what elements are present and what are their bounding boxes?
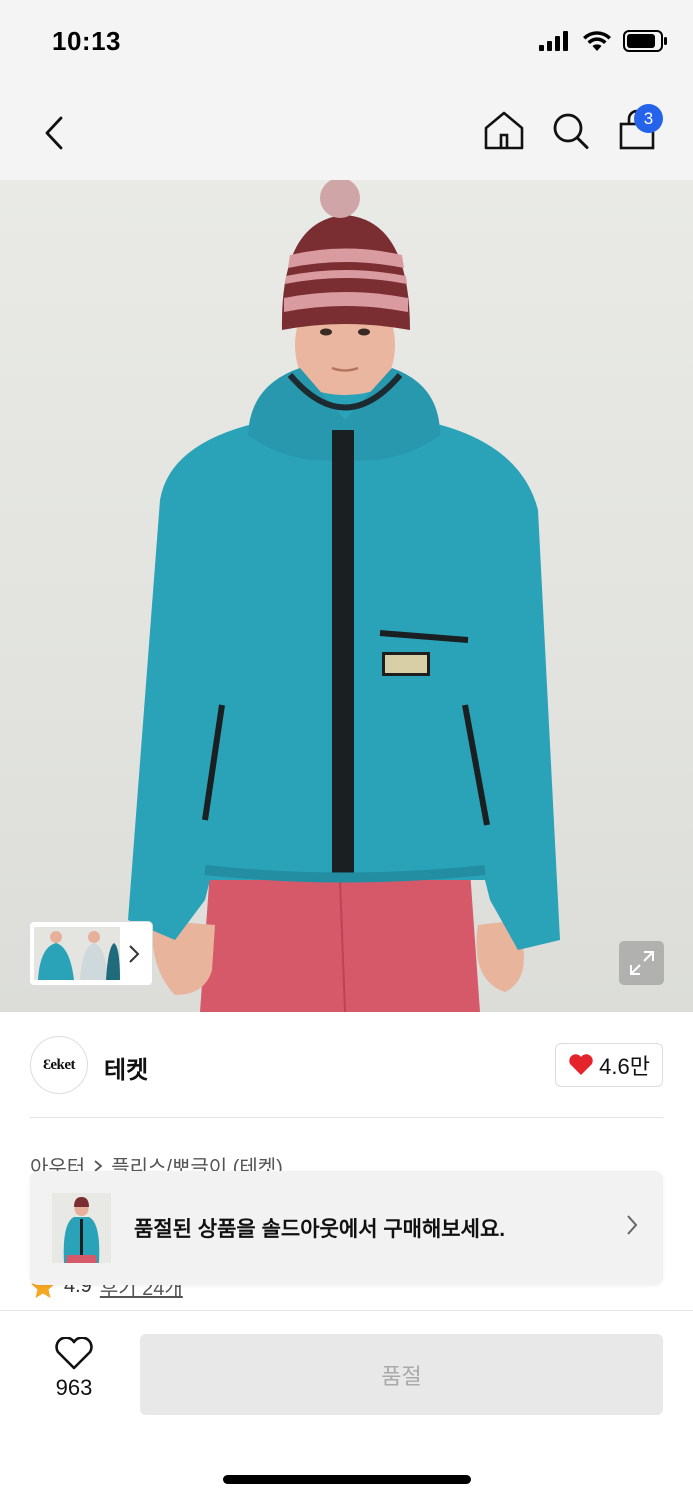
status-bar: 10:13	[0, 0, 693, 86]
wishlist-count: 963	[55, 1375, 93, 1400]
home-indicator	[223, 1475, 471, 1484]
heart-outline-icon	[55, 1337, 93, 1370]
cellular-signal-icon	[539, 31, 568, 51]
brand-like-button[interactable]: 4.6만	[555, 1043, 663, 1087]
brand-logo[interactable]: Ɛeket	[30, 1036, 88, 1094]
search-button[interactable]	[549, 108, 593, 154]
home-button[interactable]	[482, 108, 526, 154]
status-icons	[539, 30, 667, 52]
search-icon	[553, 113, 589, 149]
toast-message: 품절된 상품을 솔드아웃에서 구매해보세요.	[134, 1218, 506, 1241]
product-photo	[128, 180, 560, 1012]
bottom-action-bar: 963 품절	[0, 1311, 693, 1500]
heart-filled-icon	[569, 1054, 593, 1075]
status-time: 10:13	[52, 26, 121, 56]
chevron-left-icon	[45, 116, 63, 150]
wifi-icon	[583, 30, 611, 51]
brand-like-count: 4.6만	[599, 1054, 650, 1079]
brand-logo-text: Ɛeket	[42, 1056, 76, 1073]
chevron-right-icon	[625, 1213, 639, 1242]
thumbnail-next-icon	[120, 927, 148, 980]
image-thumbnail-strip[interactable]	[30, 922, 152, 985]
toast-product-thumbnail	[52, 1193, 111, 1263]
back-button[interactable]	[34, 110, 74, 156]
soldout-toast[interactable]: 품절된 상품을 솔드아웃에서 구매해보세요.	[30, 1171, 663, 1285]
expand-icon	[629, 951, 654, 975]
wishlist-button[interactable]: 963	[30, 1337, 118, 1403]
navigation-bar	[0, 86, 693, 180]
home-icon	[484, 111, 524, 150]
product-image[interactable]	[0, 180, 693, 1012]
battery-icon	[623, 30, 667, 52]
divider	[30, 1117, 663, 1118]
cart-count-badge: 3	[634, 104, 663, 133]
brand-row[interactable]: Ɛeket 테켓 4.6만	[30, 1036, 663, 1094]
thumbnail-images	[34, 927, 120, 980]
sold-out-button[interactable]: 품절	[140, 1334, 663, 1415]
expand-image-button[interactable]	[619, 941, 664, 985]
brand-name[interactable]: 테켓	[104, 1050, 148, 1085]
